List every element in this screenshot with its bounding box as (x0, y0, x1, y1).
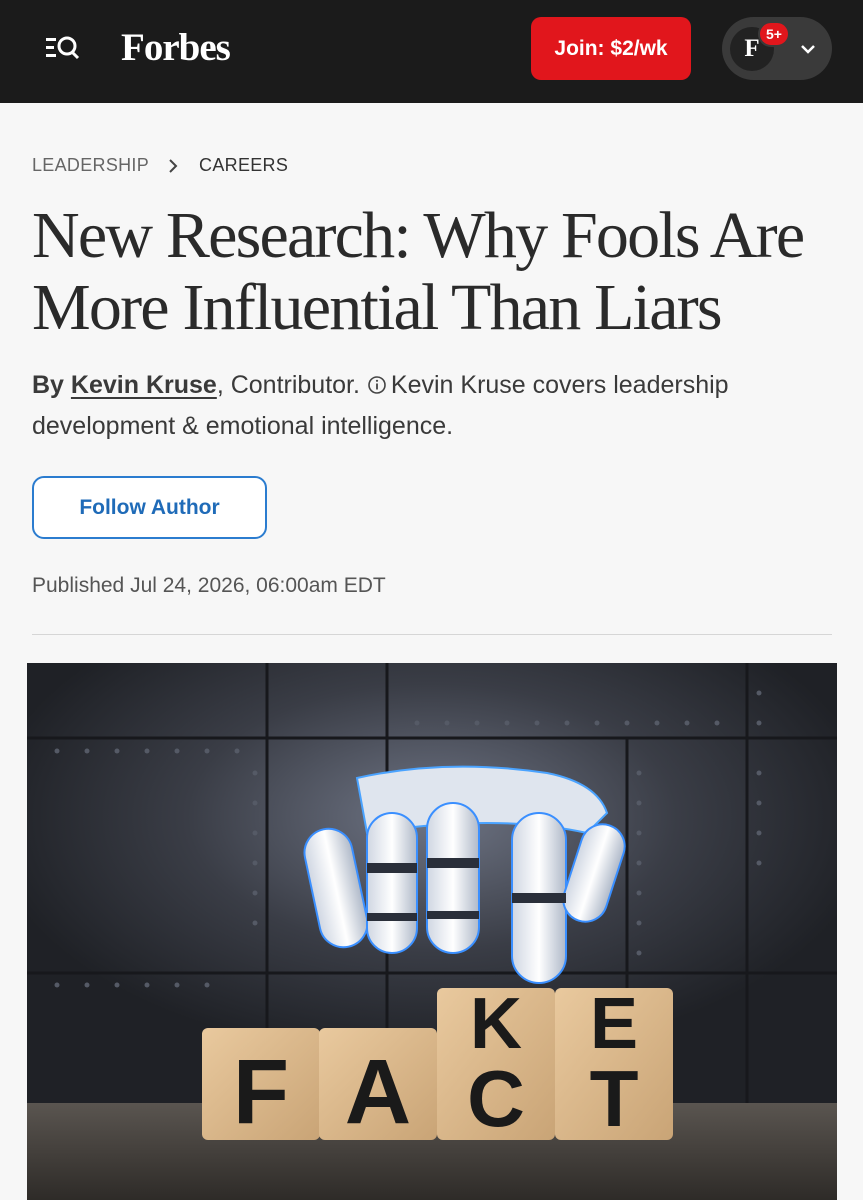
cube-letter-e: E (590, 984, 638, 1064)
menu-search-icon[interactable] (44, 33, 84, 63)
cube-letter-t: T (590, 1054, 639, 1143)
top-navigation-bar: Forbes Join: $2/wk F 5+ (0, 0, 863, 103)
chevron-down-icon[interactable] (798, 39, 818, 59)
info-icon[interactable] (367, 375, 387, 395)
published-date: Published Jul 24, 2026, 06:00am EDT (32, 574, 386, 597)
notification-badge: 5+ (758, 21, 790, 47)
breadcrumb: LEADERSHIP CAREERS (32, 155, 288, 176)
article-headline: New Research: Why Fools Are More Influen… (32, 199, 805, 344)
cube-letter-c: C (467, 1054, 525, 1143)
byline: By Kevin Kruse, Contributor. Kevin Kruse… (32, 365, 822, 447)
author-role: , Contributor. (216, 371, 360, 399)
cube-letter-k: K (470, 984, 522, 1064)
chevron-right-icon (169, 158, 178, 173)
join-button[interactable]: Join: $2/wk (531, 17, 691, 80)
breadcrumb-careers[interactable]: CAREERS (199, 155, 288, 176)
breadcrumb-leadership[interactable]: LEADERSHIP (32, 155, 149, 176)
hero-image[interactable]: F A K C E T (27, 663, 837, 1200)
forbes-logo[interactable]: Forbes (121, 25, 231, 70)
cube-letter-f: F (233, 1041, 289, 1143)
cube-letter-a: A (345, 1041, 411, 1143)
byline-prefix: By (32, 371, 64, 399)
account-menu[interactable]: F 5+ (722, 17, 832, 80)
author-link[interactable]: Kevin Kruse (71, 371, 217, 399)
follow-author-button[interactable]: Follow Author (32, 476, 267, 539)
divider (32, 634, 832, 635)
